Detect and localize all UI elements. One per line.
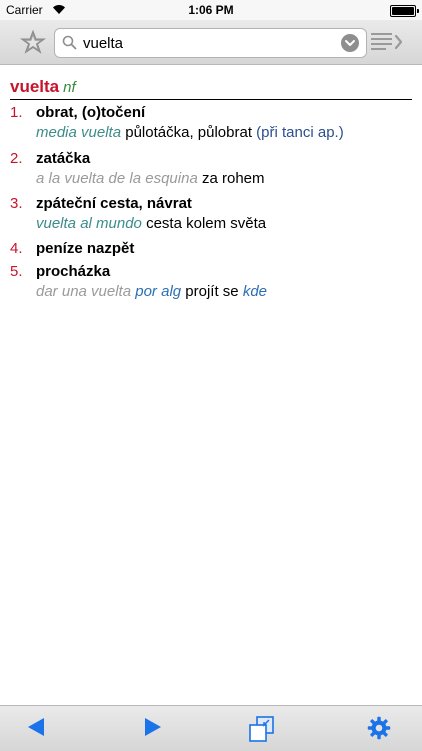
search-icon — [62, 35, 77, 50]
sense-1: 1. obrat, (o)točení media vuelta půlotáčk… — [10, 103, 420, 143]
sense-number: 3. — [10, 195, 23, 212]
example-spanish-place[interactable]: kde — [243, 283, 267, 300]
sense-number: 4. — [10, 240, 23, 257]
window-swap-icon[interactable] — [248, 715, 276, 743]
star-icon[interactable] — [20, 29, 46, 55]
example-spanish[interactable]: a la vuelta de la esquina — [36, 170, 198, 187]
arrow-left-icon[interactable] — [26, 716, 46, 738]
example-spanish-object[interactable]: por alg — [135, 283, 181, 300]
entry-header: vuelta nf — [10, 77, 412, 100]
sense-example: a la vuelta de la esquina za rohem — [36, 169, 420, 189]
example-czech: projít se — [185, 283, 239, 300]
example-note: (při tanci ap.) — [256, 124, 344, 141]
part-of-speech: nf — [63, 79, 76, 96]
sense-translation: zatáčka — [36, 150, 91, 167]
sense-translation: procházka — [36, 263, 111, 280]
sense-example: media vuelta půlotáčka, půlobrat (při ta… — [36, 123, 420, 143]
example-spanish[interactable]: media vuelta — [36, 124, 121, 141]
arrow-right-icon[interactable] — [143, 716, 163, 738]
search-input[interactable] — [83, 32, 323, 54]
sense-translation: zpáteční cesta, návrat — [36, 195, 192, 212]
sense-number: 1. — [10, 104, 23, 121]
sense-5: 5. procházka dar una vuelta por alg projí… — [10, 262, 420, 302]
example-czech: cesta kolem světa — [146, 215, 267, 232]
sense-number: 5. — [10, 263, 23, 280]
sense-number: 2. — [10, 150, 23, 167]
battery-icon — [390, 5, 419, 17]
list-arrow-icon[interactable] — [370, 32, 404, 52]
entry-view: vuelta nf 1. obrat, (o)točení media vuelta… — [0, 65, 422, 705]
example-czech: půlotáčka, půlobrat — [125, 124, 252, 141]
sense-translation: peníze nazpět — [36, 240, 135, 257]
chevron-down-icon[interactable] — [341, 34, 359, 52]
gear-icon[interactable] — [367, 716, 391, 740]
sense-translation: obrat, (o)točení — [36, 104, 146, 121]
example-spanish[interactable]: dar una vuelta — [36, 283, 131, 300]
sense-example: dar una vuelta por alg projít se kde — [36, 282, 420, 302]
sense-3: 3. zpáteční cesta, návrat vuelta al mundo… — [10, 194, 420, 234]
bottom-toolbar — [0, 705, 422, 751]
search-field[interactable] — [54, 28, 367, 58]
example-spanish[interactable]: vuelta al mundo — [36, 215, 142, 232]
headword: vuelta — [10, 77, 60, 96]
clock: 1:06 PM — [188, 3, 234, 17]
status-bar: Carrier 1:06 PM — [0, 0, 422, 20]
sense-example: vuelta al mundo cesta kolem světa — [36, 214, 420, 234]
sense-2: 2. zatáčka a la vuelta de la esquina za r… — [10, 149, 420, 189]
sense-4: 4. peníze nazpět — [10, 239, 420, 259]
search-toolbar — [0, 20, 422, 65]
example-czech: za rohem — [201, 170, 265, 187]
